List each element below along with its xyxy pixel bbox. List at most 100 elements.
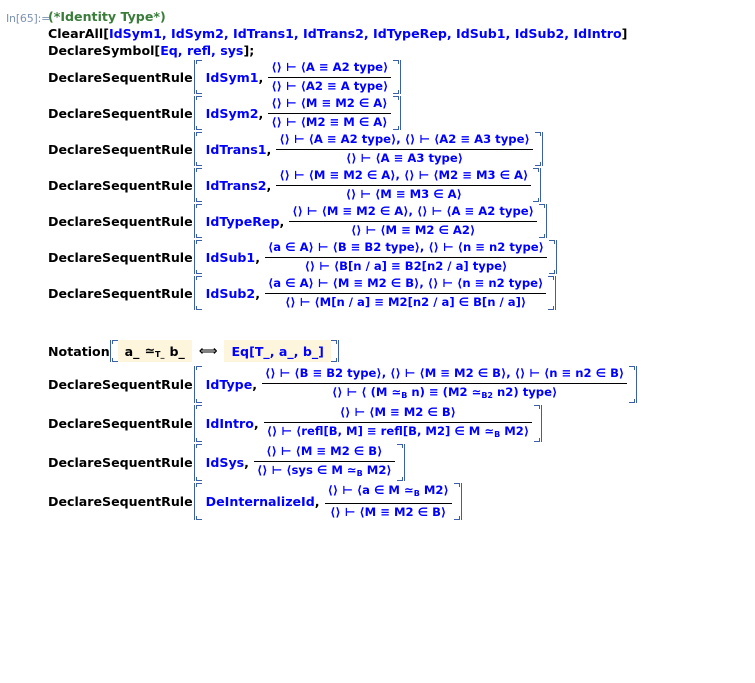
numerator: ⟨a ∈ A⟩ ⊢ ⟨B ≡ B2 type⟩, ⟨⟩ ⊢ ⟨n ≡ n2 ty… [267,240,544,254]
rule-head-idsym2: DeclareSequentRule [48,105,193,121]
fraction-bar [276,148,533,150]
sequent-fraction-idsub2: ⟨a ∈ A⟩ ⊢ ⟨M ≡ M2 ∈ B⟩, ⟨⟩ ⊢ ⟨n ≡ n2 typ… [263,276,548,310]
rule-name-idsys: IdSys [205,455,245,470]
open-bracket-icon [193,444,202,481]
rule-head-idsys: DeclareSequentRule [48,455,193,470]
open-bracket-icon [193,366,202,403]
rule-idsub2[interactable]: DeclareSequentRule IdSub2, ⟨a ∈ A⟩ ⊢ ⟨M … [48,275,755,311]
declaresymbol-line[interactable]: DeclareSymbol[Eq, refl, sys]; [48,42,755,59]
open-bracket-icon [193,204,202,238]
numerator: ⟨⟩ ⊢ ⟨M ≡ M2 ∈ B⟩ [266,444,383,458]
notation-lhs-operator: ≃T_ [144,343,165,359]
close-bracket-icon [548,240,557,274]
rule-idintro[interactable]: DeclareSequentRule IdIntro, ⟨⟩ ⊢ ⟨M ≡ M2… [48,404,755,443]
rule-bracket-group-idsym1: IdSym1, ⟨⟩ ⊢ ⟨A ≡ A2 type⟩ ⟨⟩ ⊢ ⟨A2 ≡ A … [193,60,402,94]
open-bracket-icon [193,168,202,202]
notation-bracket-group: a_ ≃T_ b_ ⟺ Eq[T_, a_, b_] [109,340,339,362]
rule-bracket-group-idsym2: IdSym2, ⟨⟩ ⊢ ⟨M ≡ M2 ∈ A⟩ ⟨⟩ ⊢ ⟨M2 ≡ M ∈… [193,96,401,130]
numerator: ⟨⟩ ⊢ ⟨A ≡ A2 type⟩, ⟨⟩ ⊢ ⟨A2 ≡ A3 type⟩ [279,132,530,146]
rule-bracket-group-idtrans2: IdTrans2, ⟨⟩ ⊢ ⟨M ≡ M2 ∈ A⟩, ⟨⟩ ⊢ ⟨M2 ≡ … [193,168,542,202]
close-bracket-icon [392,96,401,130]
fraction-bar [268,76,392,78]
rule-idsym2[interactable]: DeclareSequentRule IdSym2, ⟨⟩ ⊢ ⟨M ≡ M2 … [48,95,755,131]
rule-bracket-group-idtype: IdType, ⟨⟩ ⊢ ⟨B ≡ B2 type⟩, ⟨⟩ ⊢ ⟨M ≡ M2… [193,366,638,403]
clearall-line[interactable]: ClearAll[IdSym1, IdSym2, IdTrans1, IdTra… [48,25,755,42]
rule-head-idtype: DeclareSequentRule [48,377,193,392]
close-bracket-icon [330,340,339,362]
rule-idsym1[interactable]: DeclareSequentRule IdSym1, ⟨⟩ ⊢ ⟨A ≡ A2 … [48,59,755,95]
declaresymbol-close-bracket: ]; [243,43,255,58]
rule-bracket-group-idsub2: IdSub2, ⟨a ∈ A⟩ ⊢ ⟨M ≡ M2 ∈ B⟩, ⟨⟩ ⊢ ⟨n … [193,276,557,310]
denominator: ⟨⟩ ⊢ ⟨M2 ≡ M ∈ A⟩ [271,115,388,129]
rule-idsub1[interactable]: DeclareSequentRule IdSub1, ⟨a ∈ A⟩ ⊢ ⟨B … [48,239,755,275]
fraction-bar [264,256,547,258]
sequent-fraction-idtype: ⟨⟩ ⊢ ⟨B ≡ B2 type⟩, ⟨⟩ ⊢ ⟨M ≡ M2 ∈ B⟩, ⟨… [260,366,629,403]
rule-deinternalizeid[interactable]: DeclareSequentRule DeInternalizeId, ⟨⟩ ⊢… [48,482,755,521]
close-bracket-icon [533,168,542,202]
cell-code-body[interactable]: (*Identity Type*) ClearAll[IdSym1, IdSym… [48,8,755,521]
notation-rhs-box[interactable]: Eq[T_, a_, b_] [224,340,331,362]
fraction-bar [276,184,532,186]
rule-idtrans1[interactable]: DeclareSequentRule IdTrans1, ⟨⟩ ⊢ ⟨A ≡ A… [48,131,755,167]
rule-idtype[interactable]: DeclareSequentRule IdType, ⟨⟩ ⊢ ⟨B ≡ B2 … [48,365,755,404]
close-bracket-icon [453,483,462,520]
fraction-bar [324,502,452,504]
rule-name-idtrans2: IdTrans2 [205,177,267,193]
blank-line-spacer [48,311,755,337]
rule-bracket-group-idtyperep: IdTypeRep, ⟨⟩ ⊢ ⟨M ≡ M2 ∈ A⟩, ⟨⟩ ⊢ ⟨A ≡ … [193,204,547,238]
fraction-bar [268,112,391,114]
denominator: ⟨⟩ ⊢ ⟨M ≡ M3 ∈ A⟩ [345,187,462,201]
rule-name-idsym2: IdSym2 [205,105,259,121]
numerator: ⟨⟩ ⊢ ⟨a ∈ M ≃B M2⟩ [327,483,449,498]
open-bracket-icon [193,60,202,94]
open-bracket-icon [109,340,118,362]
denominator: ⟨⟩ ⊢ ⟨refl[B, M] ≡ refl[B, M2] ∈ M ≃B M2… [266,424,530,439]
numerator: ⟨a ∈ A⟩ ⊢ ⟨M ≡ M2 ∈ B⟩, ⟨⟩ ⊢ ⟨n ≡ n2 typ… [267,276,544,290]
rule-name-idsym1: IdSym1 [205,69,259,85]
rule-head-idtrans1: DeclareSequentRule [48,141,193,157]
comment-line: (*Identity Type*) [48,8,755,25]
notation-rhs-expression: Eq[T_, a_, b_] [231,343,324,359]
rule-name-deinternalizeid: DeInternalizeId [205,494,315,509]
notation-line[interactable]: Notation a_ ≃T_ b_ ⟺ Eq[T_, a_, b_] [48,337,755,365]
close-bracket-icon [538,204,547,238]
rule-idtyperep[interactable]: DeclareSequentRule IdTypeRep, ⟨⟩ ⊢ ⟨M ≡ … [48,203,755,239]
open-bracket-icon [193,96,202,130]
rule-head-idsub2: DeclareSequentRule [48,285,193,301]
identity-type-comment: (*Identity Type*) [48,9,166,24]
fraction-bar [264,292,547,294]
rule-head-idsym1: DeclareSequentRule [48,69,193,85]
rule-head-deinternalizeid: DeclareSequentRule [48,494,193,509]
open-bracket-icon [193,483,202,520]
rule-head-idsub1: DeclareSequentRule [48,249,193,265]
in-label: In[65]:= [6,12,51,25]
rule-name-idtrans1: IdTrans1 [205,141,267,157]
rule-idtrans2[interactable]: DeclareSequentRule IdTrans2, ⟨⟩ ⊢ ⟨M ≡ M… [48,167,755,203]
sequent-fraction-idsym1: ⟨⟩ ⊢ ⟨A ≡ A2 type⟩ ⟨⟩ ⊢ ⟨A2 ≡ A type⟩ [266,60,393,94]
rule-name-idintro: IdIntro [205,416,254,431]
fraction-bar [262,382,628,384]
rule-head-idtrans2: DeclareSequentRule [48,177,193,193]
rule-name-idsub2: IdSub2 [205,285,256,301]
clearall-head: ClearAll [48,26,104,41]
notation-lhs-operator-subscript: T_ [155,350,165,359]
denominator: ⟨⟩ ⊢ ⟨M ≡ M2 ∈ B⟩ [330,505,447,519]
sequent-fraction-idsys: ⟨⟩ ⊢ ⟨M ≡ M2 ∈ B⟩ ⟨⟩ ⊢ ⟨sys ∈ M ≃B M2⟩ [252,444,397,481]
rule-bracket-group-idsub1: IdSub1, ⟨a ∈ A⟩ ⊢ ⟨B ≡ B2 type⟩, ⟨⟩ ⊢ ⟨n… [193,240,557,274]
denominator: ⟨⟩ ⊢ ⟨A2 ≡ A type⟩ [271,79,389,93]
rule-bracket-group-idsys: IdSys, ⟨⟩ ⊢ ⟨M ≡ M2 ∈ B⟩ ⟨⟩ ⊢ ⟨sys ∈ M ≃… [193,444,405,481]
rule-idsys[interactable]: DeclareSequentRule IdSys, ⟨⟩ ⊢ ⟨M ≡ M2 ∈… [48,443,755,482]
sequent-fraction-deinternalizeid: ⟨⟩ ⊢ ⟨a ∈ M ≃B M2⟩ ⟨⟩ ⊢ ⟨M ≡ M2 ∈ B⟩ [323,483,454,520]
clearall-args: IdSym1, IdSym2, IdTrans1, IdTrans2, IdTy… [108,26,622,41]
clearall-close-bracket: ] [621,26,628,41]
numerator: ⟨⟩ ⊢ ⟨M ≡ M2 ∈ A⟩, ⟨⟩ ⊢ ⟨A ≡ A2 type⟩ [292,204,534,218]
numerator: ⟨⟩ ⊢ ⟨M ≡ M2 ∈ B⟩ [339,405,456,419]
double-arrow-icon: ⟺ [198,343,218,359]
sequent-fraction-idtyperep: ⟨⟩ ⊢ ⟨M ≡ M2 ∈ A⟩, ⟨⟩ ⊢ ⟨A ≡ A2 type⟩ ⟨⟩… [287,204,539,238]
notation-lhs-box[interactable]: a_ ≃T_ b_ [117,340,192,362]
numerator: ⟨⟩ ⊢ ⟨M ≡ M2 ∈ A⟩, ⟨⟩ ⊢ ⟨M2 ≡ M3 ∈ A⟩ [279,168,529,182]
open-bracket-icon [193,276,202,310]
fraction-bar [263,421,533,423]
rule-name-idtyperep: IdTypeRep [205,213,280,229]
close-bracket-icon [548,276,557,310]
